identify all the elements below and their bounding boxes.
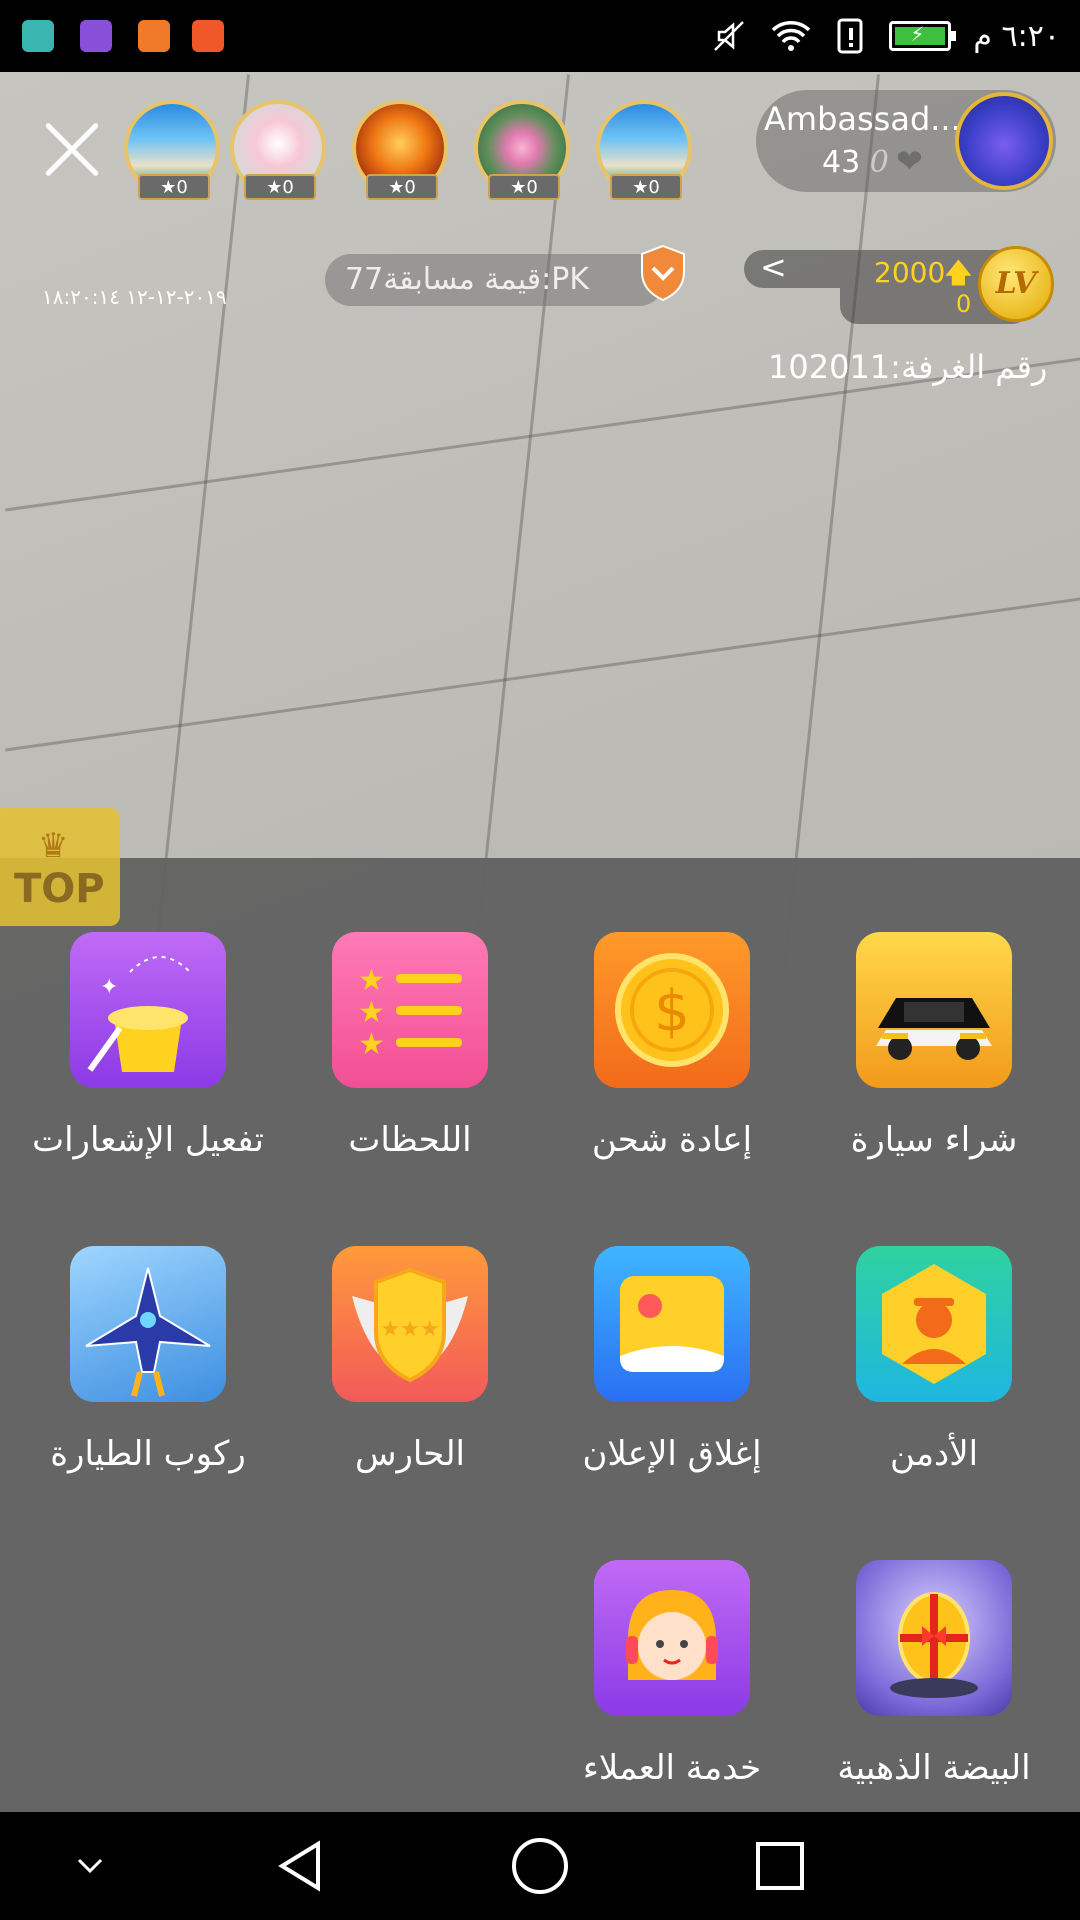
customer-service-icon xyxy=(594,1560,750,1716)
system-nav-bar xyxy=(0,1812,1080,1920)
menu-item-admin[interactable]: الأدمن xyxy=(803,1246,1065,1474)
gallery-icon xyxy=(80,20,112,52)
wifi-icon xyxy=(772,21,811,51)
sports-car-icon xyxy=(856,932,1012,1088)
home-icon[interactable] xyxy=(490,1812,590,1920)
fighter-jet-icon xyxy=(70,1246,226,1402)
recents-icon[interactable] xyxy=(730,1812,830,1920)
status-bar: ⚡ ٦:٢٠ م xyxy=(0,0,1080,72)
back-icon[interactable] xyxy=(250,1812,350,1920)
coins-sub-value: 0 xyxy=(956,290,972,318)
host-likes: 0 xyxy=(869,145,889,180)
menu-item-label: ركوب الطيارة xyxy=(50,1434,246,1474)
sim-alert-icon xyxy=(837,18,863,54)
menu-item-label: إغلاق الإعلان xyxy=(582,1434,762,1474)
svg-text:$: $ xyxy=(654,979,690,1044)
viewer-avatar[interactable]: ★0 xyxy=(596,100,692,200)
menu-item-label: اللحظات xyxy=(348,1120,472,1160)
heart-icon: ❤ xyxy=(896,142,923,180)
menu-item-label: تفعيل الإشعارات xyxy=(32,1120,264,1160)
host-name: Ambassad... xyxy=(764,100,961,138)
golden-egg-icon xyxy=(856,1560,1012,1716)
mute-icon xyxy=(714,21,745,51)
crown-icon: ♛ xyxy=(38,826,69,866)
viewer-avatar[interactable]: ★0 xyxy=(230,100,326,200)
svg-text:★: ★ xyxy=(358,1027,385,1062)
menu-item-notifications[interactable]: ✦ تفعيل الإشعارات xyxy=(17,932,279,1160)
clock: ٦:٢٠ م xyxy=(973,18,1060,54)
viewer-avatar[interactable]: ★0 xyxy=(474,100,570,200)
host-count: 43 xyxy=(822,145,861,180)
menu-item-label: إعادة شحن xyxy=(591,1120,753,1160)
magic-hat-icon: ✦ xyxy=(70,932,226,1088)
viewer-badge-count: 0 xyxy=(526,177,538,198)
menu-item-label: شراء سيارة xyxy=(850,1120,1018,1160)
menu-item-label: الحارس xyxy=(354,1434,466,1474)
star-list-icon: ★ ★ ★ xyxy=(332,932,488,1088)
menu-item-moments[interactable]: ★ ★ ★ اللحظات xyxy=(279,932,541,1160)
viewer-badge-count: 0 xyxy=(648,177,660,198)
coin-dollar-icon: $ xyxy=(594,932,750,1088)
svg-text:✦: ✦ xyxy=(100,975,118,1000)
menu-item-plane-ride[interactable]: ركوب الطيارة xyxy=(17,1246,279,1474)
viewer-avatar[interactable]: ★0 xyxy=(352,100,448,200)
svg-text:★: ★ xyxy=(358,995,385,1030)
menu-item-golden-egg[interactable]: البيضة الذهبية xyxy=(803,1560,1065,1788)
host-avatar[interactable] xyxy=(955,92,1053,190)
menu-item-recharge[interactable]: $ إعادة شحن xyxy=(541,932,803,1160)
android-icon xyxy=(22,20,54,52)
menu-item-guard[interactable]: ★★★ الحارس xyxy=(279,1246,541,1474)
menu-item-customer-service[interactable]: خدمة العملاء xyxy=(541,1560,803,1788)
close-button[interactable] xyxy=(40,118,104,182)
viewer-badge-count: 0 xyxy=(282,177,294,198)
chevron-left-icon[interactable]: < xyxy=(760,248,787,286)
guard-shield-icon: ★★★ xyxy=(332,1246,488,1402)
music-icon xyxy=(192,20,224,52)
menu-item-close-ad[interactable]: إغلاق الإعلان xyxy=(541,1246,803,1474)
svg-text:★: ★ xyxy=(358,963,385,998)
viewer-badge-count: 0 xyxy=(176,177,188,198)
menu-item-label: الأدمن xyxy=(889,1434,979,1474)
room-number: رقم الغرفة:102011 xyxy=(768,348,1048,386)
pk-label: قيمة مسابقة77:PK xyxy=(345,262,590,297)
menu-item-buy-car[interactable]: شراء سيارة xyxy=(803,932,1065,1160)
datetime: ٢٠١٩-١٢-١٢ ١٨:٢٠:١٤ xyxy=(42,285,227,309)
top-label: TOP xyxy=(14,866,105,912)
battery-icon: ⚡ xyxy=(889,21,957,51)
music-icon xyxy=(138,20,170,52)
image-ad-icon xyxy=(594,1246,750,1402)
shield-icon xyxy=(641,244,685,302)
level-badge[interactable]: LV xyxy=(978,246,1054,322)
coins-value: 2000 xyxy=(874,256,946,289)
menu-item-label: البيضة الذهبية xyxy=(837,1748,1031,1788)
admin-person-icon xyxy=(856,1246,1012,1402)
viewer-avatar[interactable]: ★0 xyxy=(124,100,220,200)
svg-text:★★★: ★★★ xyxy=(380,1317,439,1342)
menu-item-label: خدمة العملاء xyxy=(582,1748,762,1788)
chevron-down-icon[interactable] xyxy=(60,1812,120,1920)
viewer-badge-count: 0 xyxy=(404,177,416,198)
